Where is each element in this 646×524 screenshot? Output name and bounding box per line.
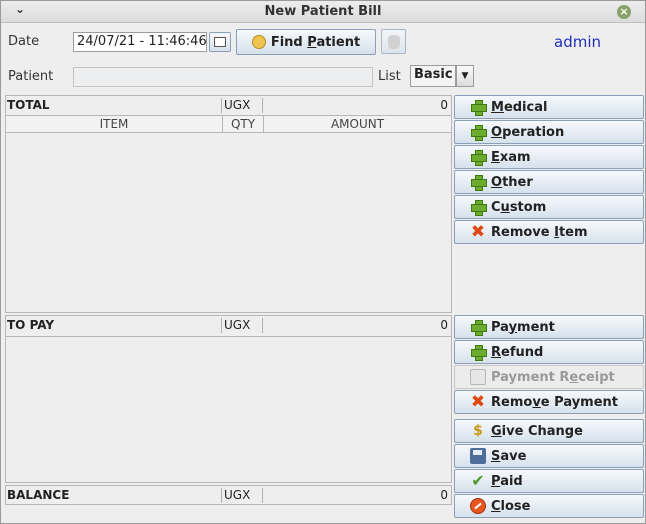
coins-icon: $ <box>473 423 483 439</box>
balance-table: BALANCE UGX 0 <box>5 485 452 505</box>
balance-label: BALANCE <box>6 488 222 503</box>
column-qty[interactable]: QTY <box>223 117 263 131</box>
other-button[interactable]: Other <box>454 170 644 194</box>
close-button[interactable]: Close <box>454 494 644 518</box>
find-patient-button[interactable]: Find Patient <box>236 29 376 55</box>
plus-icon <box>470 199 487 216</box>
check-icon: ✔ <box>471 471 485 490</box>
paid-button-label: Paid <box>491 473 523 489</box>
plus-icon <box>470 344 487 361</box>
plus-icon <box>470 99 487 116</box>
custom-button-label: Custom <box>491 199 547 215</box>
custom-button[interactable]: Custom <box>454 195 644 219</box>
refund-button-label: Refund <box>491 344 544 360</box>
medical-button[interactable]: Medical <box>454 95 644 119</box>
payments-table-body[interactable] <box>6 336 451 482</box>
date-label: Date <box>8 34 40 49</box>
to-pay-label: TO PAY <box>6 318 222 333</box>
x-icon: ✖ <box>470 222 486 242</box>
items-table: TOTAL UGX 0 ITEM QTY AMOUNT <box>5 95 452 313</box>
to-pay-amount: 0 <box>440 318 448 332</box>
give-change-button[interactable]: $ Give Change <box>454 419 644 443</box>
total-label: TOTAL <box>6 98 222 113</box>
patient-photo-button[interactable] <box>381 29 406 54</box>
save-button-label: Save <box>491 448 527 464</box>
plus-icon <box>470 124 487 141</box>
operation-button-label: Operation <box>491 124 565 140</box>
to-pay-currency: UGX <box>223 318 263 333</box>
close-button-label: Close <box>491 498 531 514</box>
balance-amount: 0 <box>440 488 448 502</box>
plus-icon <box>470 174 487 191</box>
printer-icon <box>470 369 486 385</box>
remove-item-button-label: Remove Item <box>491 224 588 240</box>
refund-button[interactable]: Refund <box>454 340 644 364</box>
calendar-icon <box>214 37 226 47</box>
x-icon: ✖ <box>470 392 486 412</box>
exam-button[interactable]: Exam <box>454 145 644 169</box>
save-button[interactable]: Save <box>454 444 644 468</box>
plus-icon <box>470 319 487 336</box>
exam-button-label: Exam <box>491 149 531 165</box>
medical-button-label: Medical <box>491 99 548 115</box>
remove-payment-button[interactable]: ✖ Remove Payment <box>454 390 644 414</box>
give-change-button-label: Give Change <box>491 423 583 439</box>
payment-button-label: Payment <box>491 319 555 335</box>
other-button-label: Other <box>491 174 533 190</box>
balance-row: BALANCE UGX 0 <box>6 488 451 503</box>
payment-button[interactable]: Payment <box>454 315 644 339</box>
items-table-header: ITEM QTY AMOUNT <box>6 115 451 133</box>
total-amount: 0 <box>440 98 448 112</box>
column-item[interactable]: ITEM <box>6 117 222 131</box>
total-row: TOTAL UGX 0 <box>6 98 451 113</box>
patient-bill-window: ⌄ New Patient Bill × Date 24/07/21 - 11:… <box>0 0 646 524</box>
paid-button[interactable]: ✔ Paid <box>454 469 644 493</box>
list-label: List <box>378 69 401 84</box>
to-pay-row: TO PAY UGX 0 <box>6 318 451 333</box>
patient-search-icon <box>251 35 266 49</box>
patient-field[interactable] <box>73 67 373 87</box>
payments-table: TO PAY UGX 0 <box>5 315 452 483</box>
remove-item-button[interactable]: ✖ Remove Item <box>454 220 644 244</box>
save-icon <box>470 448 486 464</box>
total-currency: UGX <box>223 98 263 113</box>
remove-payment-button-label: Remove Payment <box>491 394 618 410</box>
patient-label: Patient <box>8 69 54 84</box>
column-amount[interactable]: AMOUNT <box>264 117 451 131</box>
date-field[interactable]: 24/07/21 - 11:46:46 <box>73 32 207 52</box>
list-select[interactable]: Basic <box>410 65 456 87</box>
no-entry-icon <box>470 498 486 514</box>
hand-icon <box>387 34 400 49</box>
title-bar: ⌄ New Patient Bill × <box>1 1 645 23</box>
find-patient-label: Find Patient <box>270 34 361 50</box>
window-close-icon[interactable]: × <box>617 5 631 19</box>
payment-receipt-button[interactable]: Payment Receipt <box>454 365 644 389</box>
payment-receipt-button-label: Payment Receipt <box>491 369 615 385</box>
balance-currency: UGX <box>223 488 263 503</box>
calendar-button[interactable] <box>209 32 231 52</box>
operation-button[interactable]: Operation <box>454 120 644 144</box>
list-dropdown-icon[interactable]: ▼ <box>456 65 474 87</box>
window-title: New Patient Bill <box>264 4 382 19</box>
items-table-body[interactable] <box>6 134 451 312</box>
plus-icon <box>470 149 487 166</box>
current-user: admin <box>554 33 601 51</box>
